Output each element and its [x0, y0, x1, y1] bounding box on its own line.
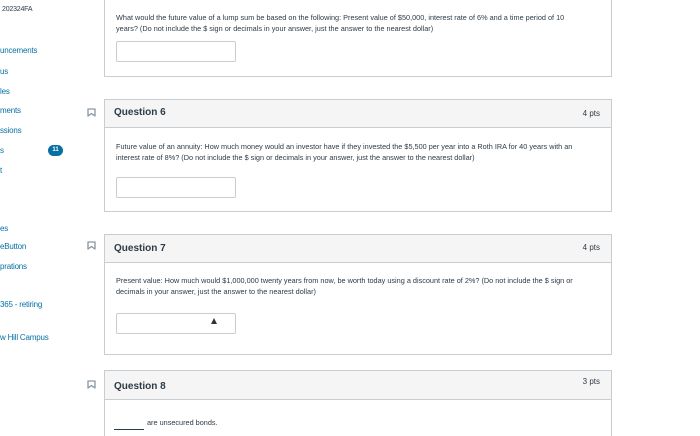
question-7-points: 4 pts — [582, 243, 600, 252]
nav-assignments[interactable]: ments — [0, 106, 21, 115]
nav-cengage-button[interactable]: eButton — [0, 242, 26, 251]
nav-announcements[interactable]: uncements — [0, 46, 38, 55]
question-8-blank-input[interactable] — [114, 421, 144, 430]
nav-collaborations[interactable]: prations — [0, 262, 27, 271]
question-6-header: Question 6 4 pts — [105, 100, 611, 128]
nav-quizzes[interactable]: es — [0, 224, 8, 233]
question-6-block: Question 6 4 pts Future value of an annu… — [104, 99, 612, 212]
nav-people[interactable]: t — [0, 166, 2, 175]
question-8-points: 3 pts — [582, 377, 600, 386]
nav-grades[interactable]: s — [0, 146, 4, 155]
nav-modules[interactable]: les — [0, 87, 10, 96]
question-6-points: 4 pts — [582, 109, 600, 118]
course-nav: 202324FA uncements us les ments ssions s… — [0, 0, 70, 436]
nav-office-365[interactable]: 365 - retiring — [0, 300, 42, 309]
question-7-answer-input[interactable] — [116, 313, 236, 334]
question-6-title: Question 6 — [114, 107, 166, 118]
nav-discussions[interactable]: ssions — [0, 126, 22, 135]
question-8-header: Question 8 3 pts — [105, 371, 611, 400]
flag-icon[interactable] — [86, 108, 97, 121]
course-code: 202324FA — [2, 6, 33, 13]
question-7-title: Question 7 — [114, 243, 166, 254]
nav-campus-library[interactable]: w Hill Campus — [0, 333, 49, 342]
nav-syllabus[interactable]: us — [0, 67, 8, 76]
question-6-answer-input[interactable] — [116, 177, 236, 198]
question-7-header: Question 7 4 pts — [105, 235, 611, 263]
question-8-block: Question 8 3 pts are unsecured bonds. — [104, 370, 612, 436]
question-8-text: are unsecured bonds. — [147, 418, 218, 427]
question-6-text: Future value of an annuity: How much mon… — [116, 142, 573, 162]
question-5-block: What would the future value of a lump su… — [104, 0, 612, 77]
question-5-text: What would the future value of a lump su… — [116, 13, 565, 33]
flag-icon[interactable] — [86, 241, 97, 254]
question-8-title: Question 8 — [114, 381, 166, 392]
question-7-text: Present value: How much would $1,000,000… — [116, 276, 573, 296]
flag-icon[interactable] — [86, 380, 97, 393]
question-7-block: Question 7 4 pts Present value: How much… — [104, 234, 612, 355]
question-5-answer-input[interactable] — [116, 41, 236, 62]
mouse-cursor — [211, 318, 217, 324]
unread-count-badge: 11 — [48, 145, 63, 156]
